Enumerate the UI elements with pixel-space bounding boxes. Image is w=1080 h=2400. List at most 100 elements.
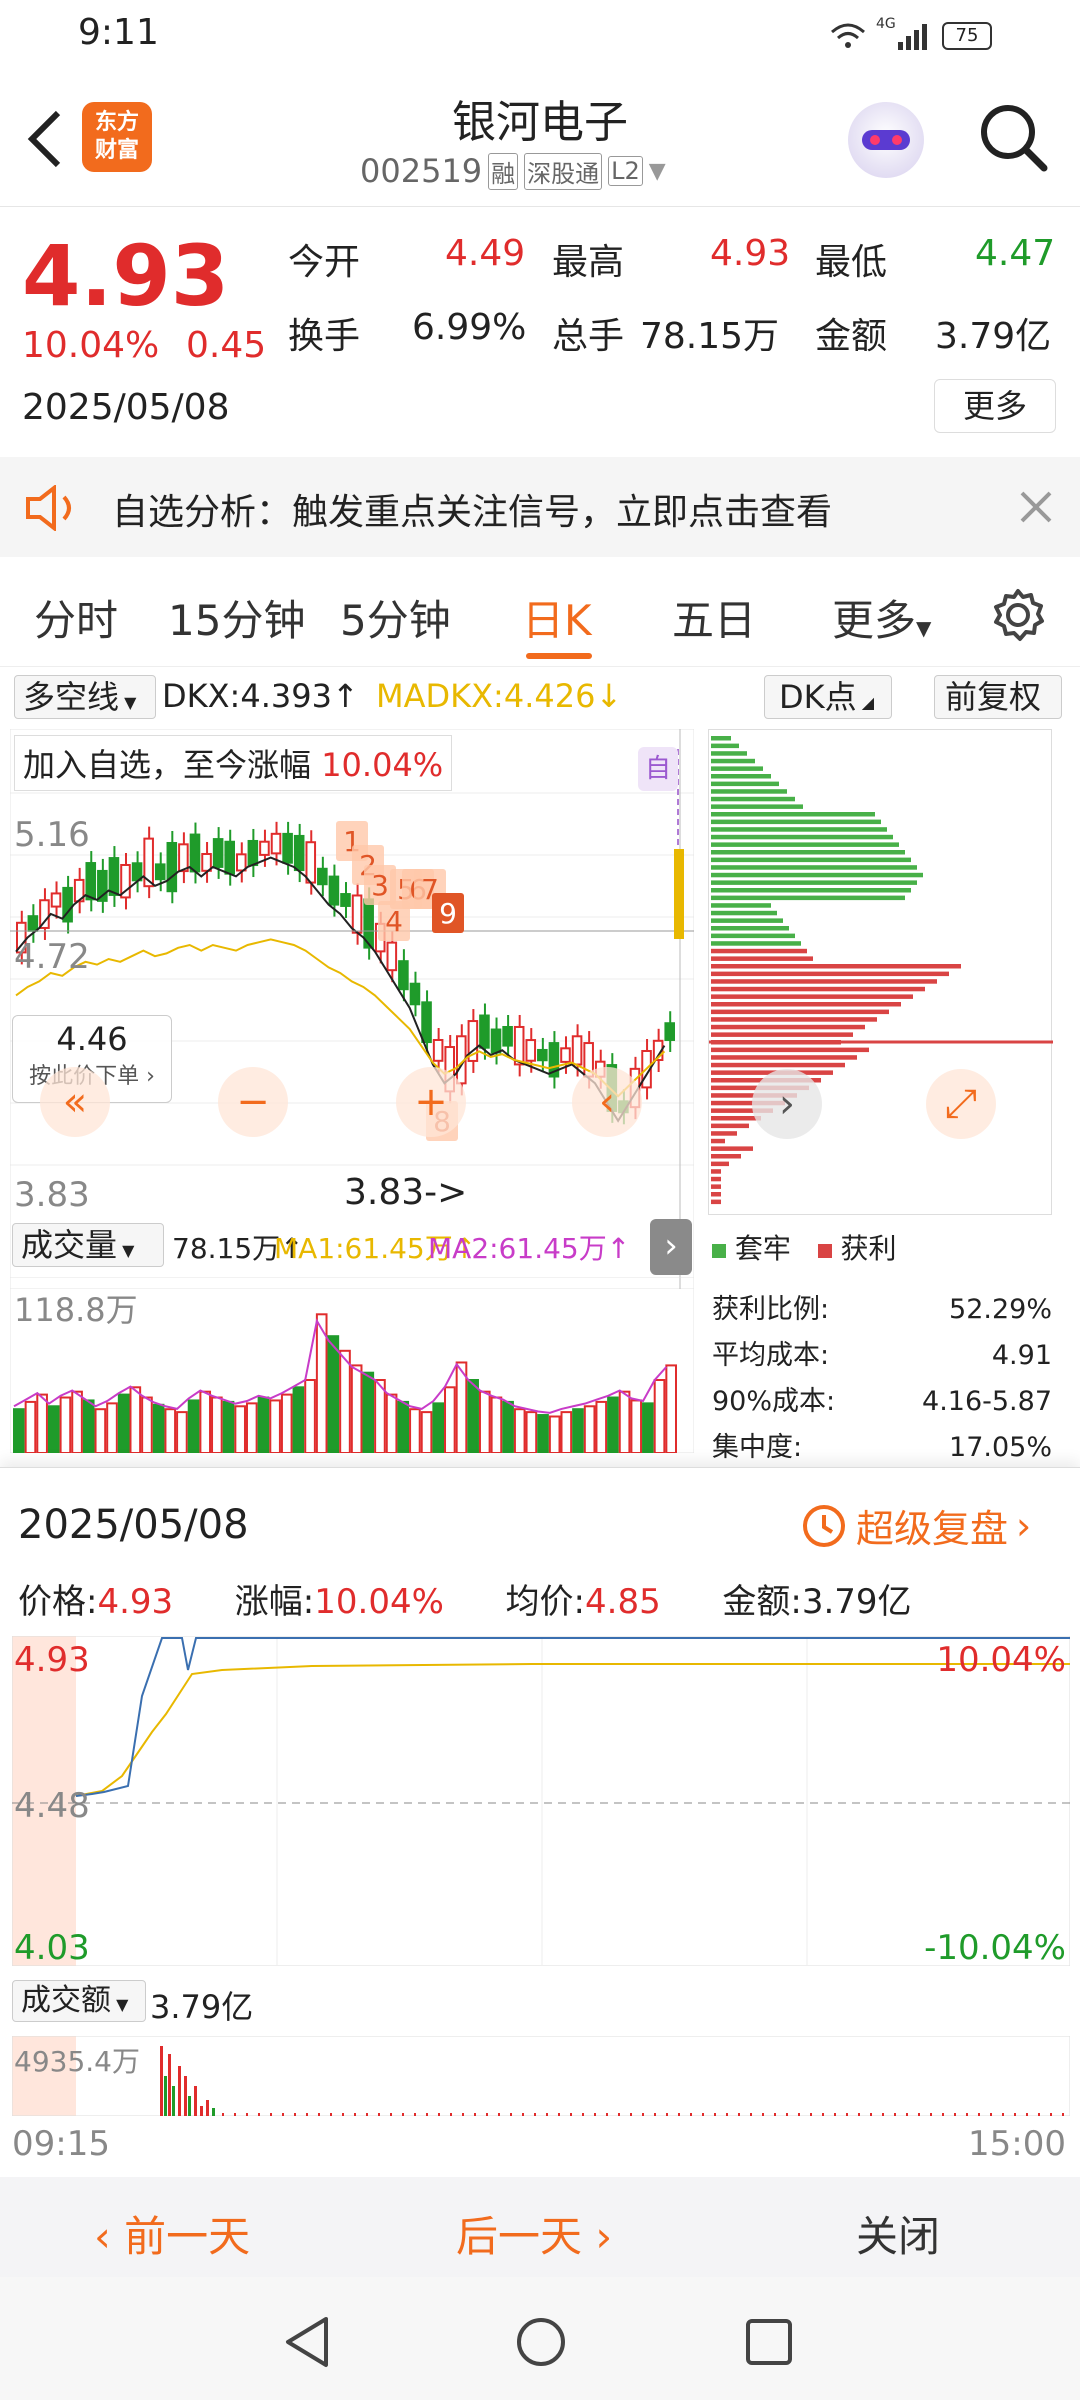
volume-bar (397, 1400, 410, 1453)
cost90: 4.16-5.87 (922, 1386, 1052, 1417)
caret-down-icon: ▼ (119, 693, 137, 712)
amount-bar (474, 2113, 476, 2116)
close-button[interactable]: 关闭 (856, 2203, 940, 2264)
tab-5min[interactable]: 5分钟 (340, 587, 451, 648)
intraday-chart[interactable] (12, 1636, 1070, 1966)
home-nav-icon[interactable] (514, 2315, 568, 2369)
amount-bar (270, 2113, 272, 2116)
search-icon[interactable] (978, 102, 1050, 174)
next-day-button[interactable]: 后一天 › (456, 2203, 612, 2264)
amount-bar (786, 2113, 788, 2116)
tab-daily-k[interactable]: 日K (522, 587, 592, 648)
caret-down-icon: ▼ (111, 1995, 129, 2014)
volume-bar (362, 1371, 375, 1453)
volume-select[interactable]: 成交量 ▼ (12, 1223, 164, 1267)
volume-bar (245, 1402, 258, 1453)
chip-bar (711, 986, 925, 992)
wifi-icon (831, 23, 865, 48)
amount-bar (654, 2113, 656, 2116)
chip-bar (711, 781, 779, 787)
candle-body (421, 1001, 432, 1044)
chip-bar (711, 1146, 753, 1151)
volume-bar (339, 1349, 351, 1453)
price-label-mid: 4.72 (14, 937, 90, 977)
volume-bar (234, 1405, 246, 1453)
candle-body (178, 843, 189, 873)
volume-bar (548, 1415, 561, 1453)
candle-body (490, 1028, 502, 1054)
volume-bar (583, 1405, 596, 1453)
tab-timeshare[interactable]: 分时 (34, 587, 118, 648)
prev-day-button[interactable]: ‹ 前一天 (94, 2203, 250, 2264)
back-nav-icon[interactable] (282, 2315, 332, 2369)
chevron-right-icon[interactable]: › (752, 1069, 822, 1139)
candle-body (328, 875, 340, 906)
volume-bar (36, 1393, 48, 1453)
signal-number: 4 (385, 905, 403, 938)
tag-margin: 融 (488, 152, 519, 190)
chip-bar (711, 1047, 869, 1053)
recent-apps-icon[interactable] (744, 2317, 794, 2367)
chip-bar (711, 880, 917, 885)
amount-bar (1014, 2113, 1016, 2116)
dropdown-arrow-icon[interactable]: ▼ (649, 159, 666, 184)
super-replay-text: 超级复盘 (856, 1507, 1009, 1551)
adjust-price-button[interactable]: 前复权 (934, 675, 1062, 719)
candle-body (201, 852, 212, 872)
indicator-select-label: 多空线 (23, 678, 120, 716)
chip-bar (711, 910, 777, 916)
chip-bar (711, 964, 961, 969)
chip-bar (711, 1017, 877, 1022)
indicator-select[interactable]: 多空线 ▼ (14, 675, 156, 719)
prev-day-label: 前一天 (124, 2212, 251, 2261)
more-button[interactable]: 更多 (934, 379, 1056, 433)
amount-max-label: 4935.4万 (14, 2045, 140, 2078)
volume-bar (385, 1393, 398, 1453)
amount-bar (738, 2113, 740, 2116)
gear-icon[interactable] (990, 587, 1046, 643)
step-left-icon[interactable]: ‹ (572, 1067, 642, 1137)
amount-select[interactable]: 成交额 ▼ (12, 1980, 146, 2022)
notice-bar[interactable]: 自选分析：触发重点关注信号，立即点击查看 (0, 457, 1080, 557)
kline-panel: 多空线 ▼ DKX:4.393↑ MADKX:4.426↓ DK点 ◢ 前复权 … (0, 667, 1080, 1467)
chip-bar (711, 751, 747, 756)
amount-bar (546, 2113, 548, 2116)
popup-amount-label: 金额: (722, 1582, 802, 1622)
popup-actions: ‹ 前一天 后一天 › 关闭 (0, 2177, 1080, 2277)
close-icon[interactable] (1018, 489, 1054, 525)
volume-bar (513, 1408, 526, 1453)
amount-bar (798, 2113, 800, 2116)
chip-bar (711, 758, 755, 764)
robot-avatar-icon[interactable] (848, 102, 924, 178)
candle-body (189, 833, 201, 873)
rewind-icon[interactable]: « (40, 1067, 110, 1137)
chip-bar (711, 1032, 853, 1037)
expand-side-icon[interactable]: › (650, 1219, 692, 1275)
volume-bar (222, 1400, 235, 1453)
amount-bar (318, 2113, 320, 2116)
volume-bar (129, 1386, 142, 1453)
chip-bar (711, 1138, 725, 1144)
zoom-in-icon[interactable]: + (396, 1067, 466, 1137)
chip-bar (711, 1199, 721, 1205)
candle-body (212, 838, 224, 868)
chip-bar (711, 857, 911, 863)
amount-bar (606, 2113, 608, 2116)
tab-15min[interactable]: 15分钟 (168, 587, 305, 648)
tab-more[interactable]: 更多▼ (832, 587, 931, 648)
amount-bar (918, 2113, 920, 2116)
chip-bar (711, 865, 917, 870)
dk-point-button[interactable]: DK点 ◢ (764, 675, 892, 719)
amount-bar (594, 2113, 596, 2116)
tab-five-day[interactable]: 五日 (672, 587, 756, 648)
chip-bar (711, 1002, 901, 1007)
zoom-out-icon[interactable]: − (218, 1067, 288, 1137)
amount-bar (450, 2113, 452, 2116)
expand-icon[interactable]: ⤢ (926, 1069, 996, 1139)
super-replay-link[interactable]: 超级复盘 › (800, 1498, 1031, 1553)
volume-bar (409, 1408, 421, 1453)
chip-stats: 获利比例: 52.29% 平均成本: 4.91 90%成本: 4.16-5.87 集中… (712, 1287, 1052, 1471)
next-day-label: 后一天 (456, 2212, 583, 2261)
volume-ma2: MA2:61.45万↑ (428, 1232, 631, 1265)
chip-bar (711, 1009, 889, 1015)
